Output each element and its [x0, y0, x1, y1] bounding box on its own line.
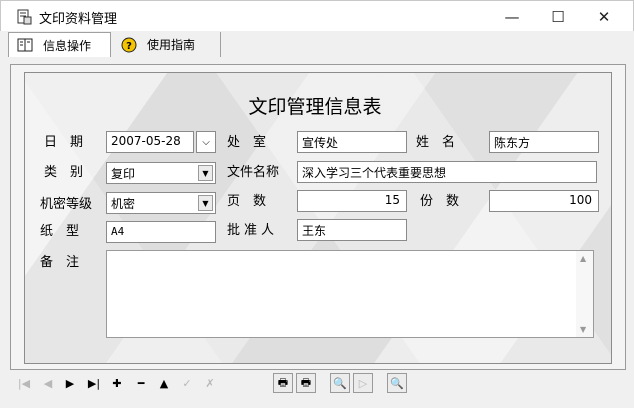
- copies-label: 份 数: [420, 194, 460, 209]
- pages-label: 页 数: [227, 194, 267, 209]
- zoom-icon[interactable]: 🔍: [387, 373, 407, 393]
- record-toolbar: |◀ ◀ ▶ ▶| ✚ ━ ▲ ✓ ✗ 🖶 🖶 🔍 ▷ 🔍: [10, 373, 626, 395]
- svg-text:?: ?: [126, 41, 132, 52]
- paper-label: 纸 型: [40, 224, 80, 239]
- window-title: 文印资料管理: [39, 12, 118, 27]
- edit-record-icon[interactable]: ▲: [154, 373, 174, 393]
- paper-field[interactable]: A4: [106, 221, 216, 243]
- approver-field[interactable]: 王东: [297, 219, 407, 241]
- pages-field[interactable]: 15: [297, 190, 407, 212]
- approver-label: 批准人: [227, 223, 279, 238]
- play-icon[interactable]: ▷: [353, 373, 373, 393]
- tab-label: 信息操作: [43, 38, 92, 53]
- file-name-label: 文件名称: [227, 165, 280, 180]
- tab-label: 使用指南: [147, 38, 196, 52]
- secrecy-label: 机密等级: [40, 197, 93, 212]
- minimize-button[interactable]: —: [489, 1, 535, 32]
- secrecy-select[interactable]: 机密 ▼: [106, 192, 216, 214]
- name-field[interactable]: 陈东方: [489, 131, 599, 153]
- next-record-icon[interactable]: ▶: [60, 373, 80, 393]
- post-record-icon[interactable]: ✓: [177, 373, 197, 393]
- date-label: 日 期: [44, 135, 84, 150]
- form-title: 文印管理信息表: [248, 96, 382, 118]
- date-field[interactable]: 2007-05-28: [106, 131, 194, 153]
- notes-textarea[interactable]: ▲ ▼: [106, 250, 594, 338]
- delete-record-icon[interactable]: ━: [131, 373, 151, 393]
- first-record-icon[interactable]: |◀: [14, 373, 34, 393]
- tab-info-operation[interactable]: 信息操作: [8, 32, 111, 57]
- file-name-field[interactable]: 深入学习三个代表重要思想: [297, 161, 597, 183]
- maximize-button[interactable]: ☐: [535, 1, 581, 32]
- insert-record-icon[interactable]: ✚: [107, 373, 127, 393]
- prior-record-icon[interactable]: ◀: [38, 373, 58, 393]
- last-record-icon[interactable]: ▶|: [84, 373, 104, 393]
- name-label: 姓 名: [416, 135, 456, 150]
- title-bar: 文印资料管理 — ☐ ✕: [0, 0, 634, 31]
- dropdown-arrow-icon[interactable]: ▼: [198, 165, 213, 181]
- dropdown-arrow-icon[interactable]: ▼: [198, 195, 213, 211]
- office-label: 处 室: [227, 135, 267, 150]
- tab-user-guide[interactable]: ? 使用指南: [113, 32, 221, 57]
- category-value: 复印: [111, 167, 136, 181]
- copies-field[interactable]: 100: [489, 190, 599, 212]
- notes-label: 备 注: [40, 255, 80, 270]
- close-button[interactable]: ✕: [581, 1, 627, 32]
- category-label: 类 别: [44, 165, 84, 180]
- notes-scrollbar[interactable]: ▲ ▼: [576, 251, 593, 337]
- scroll-down-icon[interactable]: ▼: [580, 325, 586, 334]
- book-icon: [17, 38, 33, 52]
- office-field[interactable]: 宣传处: [297, 131, 407, 153]
- cancel-record-icon[interactable]: ✗: [200, 373, 220, 393]
- date-picker-button[interactable]: ⌵: [196, 131, 216, 153]
- search-icon[interactable]: 🔍: [330, 373, 350, 393]
- print-preview-icon[interactable]: 🖶: [296, 373, 316, 393]
- app-icon: [17, 9, 32, 25]
- help-icon: ?: [121, 37, 137, 52]
- print-icon[interactable]: 🖶: [273, 373, 293, 393]
- category-select[interactable]: 复印 ▼: [106, 162, 216, 184]
- scroll-up-icon[interactable]: ▲: [580, 254, 586, 263]
- tab-bar: 信息操作 ? 使用指南: [0, 31, 634, 57]
- chevron-down-icon: ⌵: [202, 136, 210, 148]
- secrecy-value: 机密: [111, 197, 136, 211]
